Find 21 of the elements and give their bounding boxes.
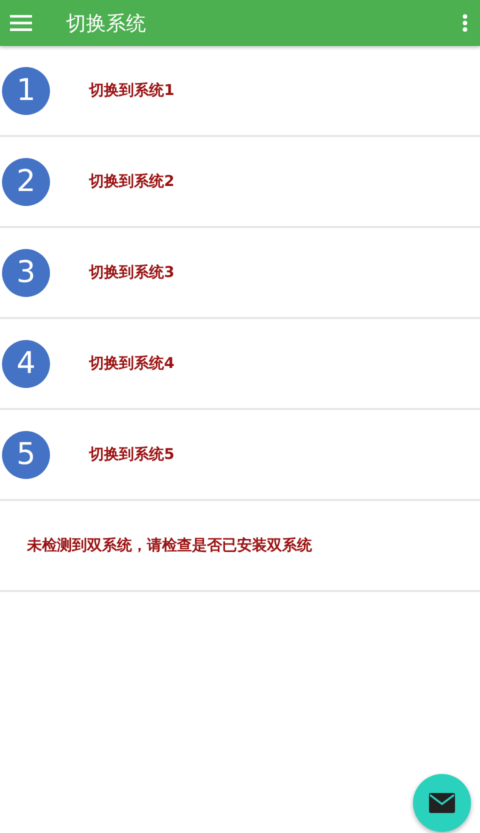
number-badge: 2 xyxy=(2,158,50,206)
number-badge: 1 xyxy=(2,66,50,114)
switch-item[interactable]: 3 切换到系统3 xyxy=(0,228,480,319)
item-label: 切换到系统5 xyxy=(89,445,174,464)
app-title: 切换系统 xyxy=(66,10,147,36)
switch-item[interactable]: 4 切换到系统4 xyxy=(0,319,480,410)
switch-item[interactable]: 1 切换到系统1 xyxy=(0,46,480,137)
number-badge: 5 xyxy=(2,430,50,478)
envelope-icon xyxy=(429,793,455,813)
number-badge: 4 xyxy=(2,340,50,388)
item-label: 切换到系统4 xyxy=(89,354,174,373)
item-label: 切换到系统3 xyxy=(89,263,174,282)
mail-button[interactable] xyxy=(413,774,471,832)
item-label: 切换到系统2 xyxy=(89,172,174,191)
switch-item[interactable]: 2 切换到系统2 xyxy=(0,137,480,228)
switch-item[interactable]: 5 切换到系统5 xyxy=(0,410,480,501)
number-badge: 3 xyxy=(2,248,50,296)
status-message: 未检测到双系统，请检查是否已安装双系统 xyxy=(27,536,312,555)
item-label: 切换到系统1 xyxy=(89,81,174,100)
more-icon[interactable] xyxy=(462,14,468,32)
menu-icon[interactable] xyxy=(10,15,32,31)
